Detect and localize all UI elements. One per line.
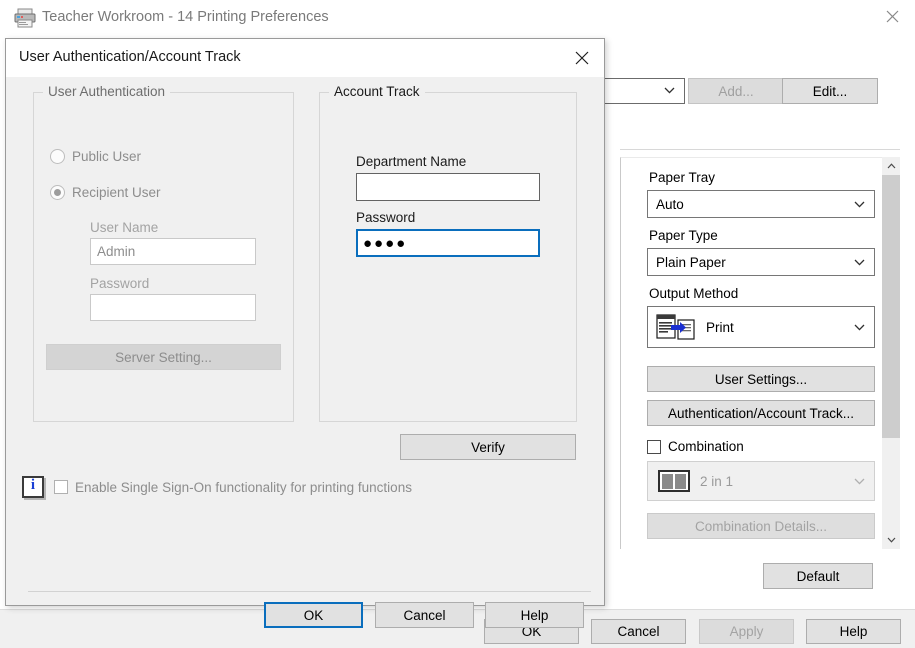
settings-scrollbar[interactable] bbox=[882, 157, 900, 549]
paper-type-value: Plain Paper bbox=[656, 254, 726, 270]
close-icon[interactable] bbox=[559, 39, 604, 76]
department-name-input[interactable] bbox=[356, 173, 540, 201]
single-sign-on-checkbox: Enable Single Sign-On functionality for … bbox=[54, 480, 412, 495]
user-authentication-group-title: User Authentication bbox=[43, 84, 171, 99]
recipient-user-label: Recipient User bbox=[72, 185, 161, 200]
public-user-label: Public User bbox=[72, 149, 142, 164]
settings-scroll-pane: Paper Tray Auto Paper Type Plain Paper O… bbox=[620, 157, 900, 549]
dialog-titlebar: User Authentication/Account Track bbox=[6, 39, 604, 77]
authentication-account-track-button[interactable]: Authentication/Account Track... bbox=[647, 400, 875, 426]
scroll-up-arrow-icon[interactable] bbox=[882, 157, 900, 175]
window-titlebar: Teacher Workroom - 14 Printing Preferenc… bbox=[0, 0, 915, 37]
user-password-input bbox=[90, 294, 256, 321]
combination-details-button: Combination Details... bbox=[647, 513, 875, 539]
checkbox-box bbox=[54, 480, 68, 494]
chevron-down-icon bbox=[854, 259, 865, 266]
account-track-group: Account Track bbox=[319, 84, 577, 422]
dialog-ok-button[interactable]: OK bbox=[264, 602, 363, 628]
radio-circle bbox=[50, 185, 65, 200]
user-password-label: Password bbox=[90, 276, 150, 291]
account-password-value: ●●●● bbox=[363, 234, 408, 252]
user-name-value: Admin bbox=[97, 244, 136, 259]
account-password-label: Password bbox=[356, 210, 416, 225]
output-method-value: Print bbox=[706, 319, 734, 335]
paper-type-label: Paper Type bbox=[649, 228, 718, 243]
user-settings-button[interactable]: User Settings... bbox=[647, 366, 875, 392]
edit-button[interactable]: Edit... bbox=[782, 78, 878, 104]
paper-tray-dropdown[interactable]: Auto bbox=[647, 190, 875, 218]
combination-dropdown: 2 in 1 bbox=[647, 461, 875, 501]
chevron-down-icon bbox=[854, 478, 865, 485]
chevron-down-icon bbox=[854, 201, 865, 208]
user-name-label: User Name bbox=[90, 220, 159, 235]
combination-value: 2 in 1 bbox=[700, 473, 734, 489]
printing-preferences-window: Teacher Workroom - 14 Printing Preferenc… bbox=[0, 0, 915, 648]
chevron-down-icon bbox=[664, 87, 675, 94]
apply-button: Apply bbox=[699, 619, 794, 644]
output-method-dropdown[interactable]: Print bbox=[647, 306, 875, 348]
settings-inner: Paper Tray Auto Paper Type Plain Paper O… bbox=[620, 157, 882, 549]
default-button[interactable]: Default bbox=[763, 563, 873, 589]
single-sign-on-label: Enable Single Sign-On functionality for … bbox=[75, 479, 412, 495]
single-sign-on-row: Enable Single Sign-On functionality for … bbox=[22, 476, 412, 498]
dialog-title: User Authentication/Account Track bbox=[19, 49, 241, 65]
scroll-down-arrow-icon[interactable] bbox=[882, 531, 900, 549]
close-icon[interactable] bbox=[869, 0, 915, 32]
account-password-input[interactable]: ●●●● bbox=[356, 229, 540, 257]
combination-checkbox[interactable]: Combination bbox=[647, 439, 744, 454]
scrollbar-thumb[interactable] bbox=[882, 175, 900, 438]
recipient-user-radio: Recipient User bbox=[50, 185, 161, 200]
divider bbox=[28, 591, 591, 592]
paper-tray-label: Paper Tray bbox=[649, 170, 716, 185]
verify-button[interactable]: Verify bbox=[400, 434, 576, 460]
dialog-help-button[interactable]: Help bbox=[485, 602, 584, 628]
paper-tray-value: Auto bbox=[656, 196, 684, 212]
combination-label: Combination bbox=[668, 439, 744, 454]
divider bbox=[620, 149, 900, 150]
add-button: Add... bbox=[688, 78, 784, 104]
user-name-input: Admin bbox=[90, 238, 256, 265]
window-title: Teacher Workroom - 14 Printing Preferenc… bbox=[42, 9, 329, 25]
help-button[interactable]: Help bbox=[806, 619, 901, 644]
two-in-one-icon bbox=[658, 470, 690, 492]
print-output-icon bbox=[656, 314, 696, 340]
output-method-label: Output Method bbox=[649, 286, 739, 301]
dialog-cancel-button[interactable]: Cancel bbox=[375, 602, 474, 628]
public-user-radio: Public User bbox=[50, 149, 141, 164]
printer-icon bbox=[14, 8, 36, 28]
checkbox-box bbox=[647, 439, 661, 454]
paper-type-dropdown[interactable]: Plain Paper bbox=[647, 248, 875, 276]
info-icon bbox=[22, 476, 44, 498]
department-name-label: Department Name bbox=[356, 154, 467, 169]
account-track-group-title: Account Track bbox=[329, 84, 425, 99]
server-setting-button: Server Setting... bbox=[46, 344, 281, 370]
chevron-down-icon bbox=[854, 324, 865, 331]
cancel-button[interactable]: Cancel bbox=[591, 619, 686, 644]
user-authentication-account-track-dialog: User Authentication/Account Track User A… bbox=[5, 38, 605, 628]
radio-circle bbox=[50, 149, 65, 164]
